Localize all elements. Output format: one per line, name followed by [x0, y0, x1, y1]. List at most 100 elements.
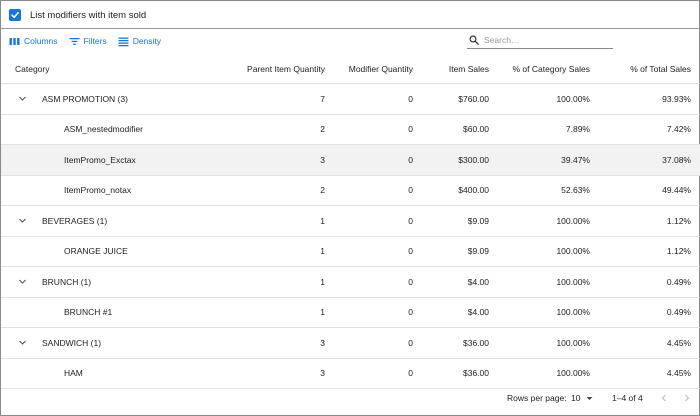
cell-category: ItemPromo_Exctax [1, 155, 231, 165]
cell-item-sales: $4.00 [467, 276, 489, 287]
column-header-modifier-quantity[interactable]: Modifier Quantity [325, 64, 413, 74]
cell-parent-item-quantity: 2 [320, 124, 325, 135]
cell-category: BRUNCH (1) [1, 277, 231, 287]
cell-total-sales-percent: 0.49% [666, 276, 691, 287]
cell-item-sales: $4.00 [467, 307, 489, 318]
table-row[interactable]: BRUNCH #1 1 0 $4.00 100.00% 0.49% [1, 298, 700, 328]
divider [1, 28, 700, 29]
chevron-down-icon[interactable] [18, 338, 27, 347]
cell-category: BRUNCH #1 [1, 307, 231, 317]
table-row[interactable]: ItemPromo_notax 2 0 $400.00 52.63% 49.44% [1, 176, 700, 206]
sales-table: Category Parent Item Quantity Modifier Q… [1, 55, 700, 389]
cell-total-sales-percent: 0.49% [666, 307, 691, 318]
caret-down-icon [586, 396, 593, 400]
search-box[interactable] [467, 32, 613, 49]
cell-parent-item-quantity: 3 [320, 337, 325, 348]
chevron-down-icon[interactable] [18, 216, 27, 225]
group-row[interactable]: BEVERAGES (1) 1 0 $9.09 100.00% 1.12% [1, 206, 700, 237]
cell-total-sales-percent: 4.45% [666, 368, 691, 379]
rows-per-page-label: Rows per page: [507, 393, 567, 403]
cell-item-sales: $36.00 [463, 337, 489, 348]
column-header-total-sales-percent[interactable]: % of Total Sales [590, 64, 691, 74]
next-page-button[interactable] [681, 392, 693, 404]
cell-category: HAM [1, 368, 231, 378]
cell-total-sales-percent: 93.93% [662, 93, 691, 104]
cell-item-sales: $300.00 [458, 154, 489, 165]
previous-page-button[interactable] [658, 392, 670, 404]
cell-total-sales-percent: 37.08% [662, 154, 691, 165]
cell-category: SANDWICH (1) [1, 338, 231, 348]
category-name: BRUNCH (1) [42, 276, 92, 287]
table-row[interactable]: ASM_nestedmodifier 2 0 $60.00 7.89% 7.42% [1, 115, 700, 145]
pagination-range: 1–4 of 4 [612, 393, 643, 403]
category-name: BRUNCH #1 [64, 307, 113, 318]
chevron-down-icon[interactable] [18, 94, 27, 103]
pagination-bar: Rows per page: 10 1–4 of 4 [1, 385, 700, 411]
density-label: Density [132, 36, 162, 46]
cell-modifier-quantity: 0 [408, 307, 413, 318]
category-name: ASM PROMOTION (3) [42, 93, 128, 104]
cell-category-sales-percent: 100.00% [556, 276, 590, 287]
cell-category-sales-percent: 52.63% [561, 185, 590, 196]
rows-per-page-select[interactable]: 10 [571, 393, 593, 403]
category-name: ASM_nestedmodifier [64, 124, 143, 135]
columns-icon [9, 37, 20, 45]
chevron-left-icon [661, 394, 666, 402]
cell-item-sales: $9.09 [467, 246, 489, 257]
cell-modifier-quantity: 0 [408, 368, 413, 379]
cell-parent-item-quantity: 1 [320, 246, 325, 257]
filter-icon [69, 37, 80, 45]
report-panel: List modifiers with item sold Columns Fi… [0, 0, 700, 416]
options-bar: List modifiers with item sold [5, 5, 697, 25]
cell-total-sales-percent: 49.44% [662, 185, 691, 196]
columns-button[interactable]: Columns [9, 36, 58, 47]
cell-category: ASM PROMOTION (3) [1, 94, 231, 104]
category-name: BEVERAGES (1) [42, 215, 108, 226]
cell-parent-item-quantity: 3 [320, 154, 325, 165]
cell-modifier-quantity: 0 [408, 93, 413, 104]
column-header-parent-item-quantity[interactable]: Parent Item Quantity [231, 64, 325, 74]
column-header-item-sales[interactable]: Item Sales [413, 64, 489, 74]
category-name: ItemPromo_Exctax [64, 154, 136, 165]
category-name: HAM [64, 368, 83, 379]
table-row[interactable]: ItemPromo_Exctax 3 0 $300.00 39.47% 37.08% [1, 145, 700, 176]
group-row[interactable]: SANDWICH (1) 3 0 $36.00 100.00% 4.45% [1, 328, 700, 359]
cell-item-sales: $9.09 [467, 215, 489, 226]
cell-parent-item-quantity: 1 [320, 307, 325, 318]
group-row[interactable]: ASM PROMOTION (3) 7 0 $760.00 100.00% 93.93% [1, 84, 700, 115]
cell-modifier-quantity: 0 [408, 185, 413, 196]
list-modifiers-checkbox[interactable] [9, 9, 21, 21]
cell-parent-item-quantity: 7 [320, 93, 325, 104]
filters-button[interactable]: Filters [69, 36, 107, 47]
cell-category-sales-percent: 100.00% [556, 215, 590, 226]
cell-category-sales-percent: 100.00% [556, 93, 590, 104]
cell-item-sales: $60.00 [463, 124, 489, 135]
category-name: ORANGE JUICE [64, 246, 128, 257]
chevron-right-icon [685, 394, 690, 402]
cell-item-sales: $760.00 [458, 93, 489, 104]
density-button[interactable]: Density [118, 36, 161, 47]
group-row[interactable]: BRUNCH (1) 1 0 $4.00 100.00% 0.49% [1, 267, 700, 298]
table-row[interactable]: ORANGE JUICE 1 0 $9.09 100.00% 1.12% [1, 237, 700, 267]
cell-category-sales-percent: 39.47% [561, 154, 590, 165]
cell-total-sales-percent: 4.45% [666, 337, 691, 348]
cell-item-sales: $400.00 [458, 185, 489, 196]
cell-parent-item-quantity: 3 [320, 368, 325, 379]
chevron-down-icon[interactable] [18, 277, 27, 286]
column-header-category-sales-percent[interactable]: % of Category Sales [489, 64, 590, 74]
cell-total-sales-percent: 1.12% [666, 215, 691, 226]
table-header-row: Category Parent Item Quantity Modifier Q… [1, 55, 700, 84]
checkmark-icon [11, 12, 19, 19]
cell-category: ItemPromo_notax [1, 185, 231, 195]
cell-category: BEVERAGES (1) [1, 216, 231, 226]
cell-category-sales-percent: 100.00% [556, 307, 590, 318]
cell-item-sales: $36.00 [463, 368, 489, 379]
cell-category: ORANGE JUICE [1, 246, 231, 256]
column-header-category[interactable]: Category [1, 64, 231, 74]
cell-category-sales-percent: 7.89% [565, 124, 590, 135]
cell-modifier-quantity: 0 [408, 215, 413, 226]
rows-per-page-value: 10 [571, 393, 581, 403]
cell-category-sales-percent: 100.00% [556, 246, 590, 257]
search-input[interactable] [484, 35, 604, 45]
cell-parent-item-quantity: 1 [320, 276, 325, 287]
